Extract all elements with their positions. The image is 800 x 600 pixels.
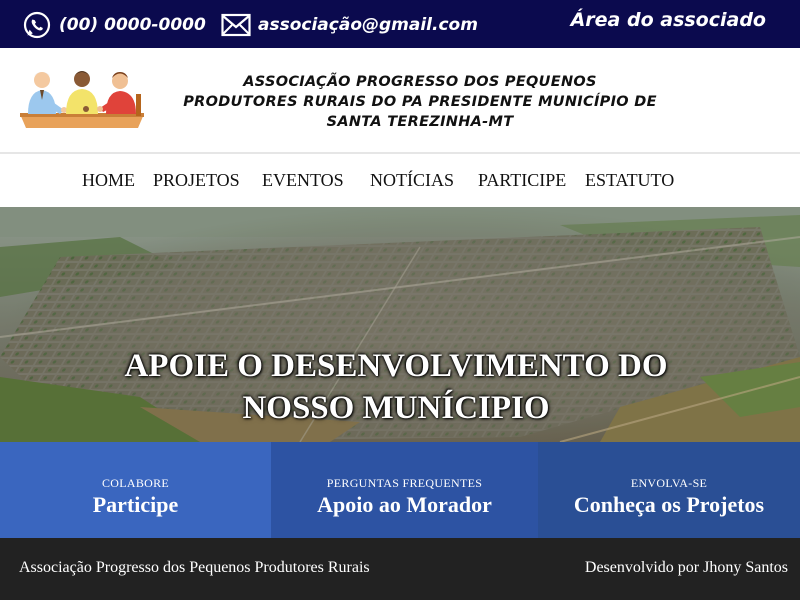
card-title: Apoio ao Morador <box>317 492 492 517</box>
card-eyebrow: PERGUNTAS FREQUENTES <box>326 476 483 490</box>
phone-number: (00) 0000-0000 <box>59 15 206 35</box>
card-title: Conheça os Projetos <box>573 492 765 517</box>
hero-title-line: NOSSO MUNÍCIPIO <box>242 390 550 426</box>
nav-item-participe[interactable]: PARTICIPE <box>478 170 566 191</box>
envelope-icon <box>221 13 251 37</box>
nav-item-eventos[interactable]: EVENTOS <box>262 170 344 191</box>
top-contact-bar: (00) 0000-0000 associação@gmail.com Área… <box>0 0 800 48</box>
site-header: ASSOCIAÇÃO PROGRESSO DOS PEQUENOS PRODUT… <box>0 48 800 154</box>
card-eyebrow: COLABORE <box>101 476 170 490</box>
hero-title: APOIE O DESENVOLVIMENTO DO NOSSO MUNÍCIP… <box>0 345 792 429</box>
nav-item-noticias[interactable]: NOTÍCIAS <box>370 170 454 191</box>
phone-contact[interactable]: (00) 0000-0000 <box>22 10 206 40</box>
meeting-people-illustration <box>20 71 144 128</box>
card-participe[interactable]: COLABORE Participe <box>0 442 271 538</box>
email-address: associação@gmail.com <box>258 15 478 35</box>
card-title: Participe <box>92 492 179 517</box>
email-contact[interactable]: associação@gmail.com <box>221 10 478 40</box>
feature-cards: COLABORE Participe PERGUNTAS FREQUENTES … <box>0 442 800 538</box>
card-apoio-morador[interactable]: PERGUNTAS FREQUENTES Apoio ao Morador <box>271 442 538 538</box>
site-footer: Associação Progresso dos Pequenos Produt… <box>0 538 800 600</box>
organization-name-line: ASSOCIAÇÃO PROGRESSO DOS PEQUENOS <box>243 74 597 90</box>
organization-name-line: PRODUTORES RURAIS DO PA PRESIDENTE MUNIC… <box>183 94 657 110</box>
main-navigation: HOME PROJETOS EVENTOS NOTÍCIAS PARTICIPE… <box>0 156 800 207</box>
nav-item-home[interactable]: HOME <box>82 170 135 191</box>
nav-item-estatuto[interactable]: ESTATUTO <box>585 170 674 191</box>
hero-title-line: APOIE O DESENVOLVIMENTO DO <box>124 348 668 384</box>
nav-item-projetos[interactable]: PROJETOS <box>153 170 240 191</box>
card-eyebrow: ENVOLVA-SE <box>630 476 708 490</box>
whatsapp-icon <box>23 11 51 39</box>
hero-banner: APOIE O DESENVOLVIMENTO DO NOSSO MUNÍCIP… <box>0 207 800 442</box>
card-projetos[interactable]: ENVOLVA-SE Conheça os Projetos <box>538 442 800 538</box>
organization-name-line: SANTA TEREZINHA-MT <box>326 114 514 130</box>
footer-credits: Desenvolvido por Jhony Santos <box>584 559 788 576</box>
member-area-link[interactable]: Área do associado <box>571 9 766 31</box>
footer-organization: Associação Progresso dos Pequenos Produt… <box>19 559 370 576</box>
organization-name: ASSOCIAÇÃO PROGRESSO DOS PEQUENOS PRODUT… <box>150 72 690 132</box>
